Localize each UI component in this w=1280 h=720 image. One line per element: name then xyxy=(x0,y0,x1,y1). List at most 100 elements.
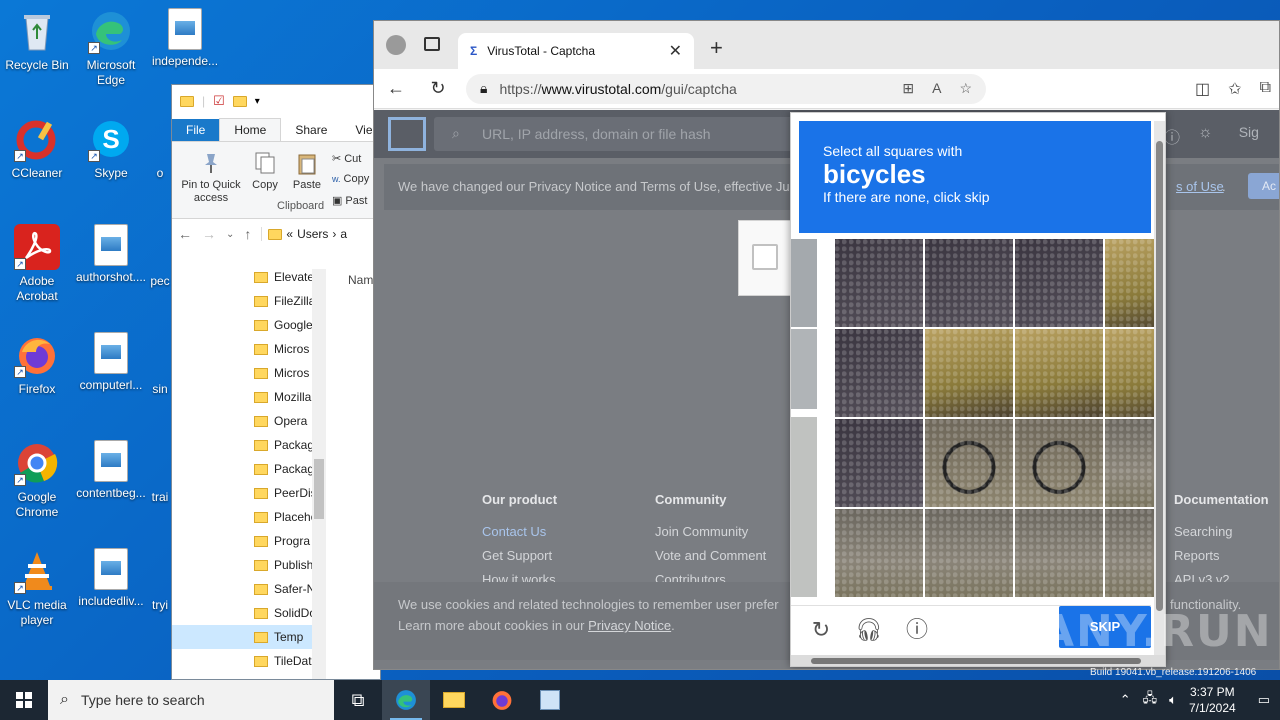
tree-item[interactable]: Elevate xyxy=(172,265,314,289)
taskbar-edge-icon[interactable] xyxy=(382,680,430,720)
get-support-link[interactable]: Get Support xyxy=(482,544,557,568)
captcha-tile[interactable] xyxy=(925,239,1013,327)
tree-item[interactable]: Opera xyxy=(172,409,312,433)
favorite-star-icon[interactable]: ☆ xyxy=(959,80,972,97)
info-icon[interactable]: ⓘ xyxy=(903,616,931,644)
scrollbar-thumb[interactable] xyxy=(1156,141,1163,611)
tab-actions-icon[interactable] xyxy=(424,37,440,51)
up-arrow-icon[interactable]: ↑ xyxy=(244,226,251,242)
privacy-notice-link[interactable]: Privacy Notice xyxy=(588,618,671,633)
tab-home[interactable]: Home xyxy=(219,118,282,141)
desktop-icon-chrome[interactable]: ↗ Google Chrome xyxy=(0,440,74,520)
back-button[interactable]: ← xyxy=(382,75,410,103)
paste-shortcut-button[interactable]: ▣ Past xyxy=(332,194,367,208)
desktop-icon-contentbeg[interactable]: contentbeg... xyxy=(74,440,148,501)
desktop-icon-independe[interactable]: independe... xyxy=(148,8,222,69)
network-icon[interactable]: 🖧︎ xyxy=(1143,689,1158,711)
audio-headphones-icon[interactable]: 🎧︎ xyxy=(855,616,883,644)
url-bar[interactable]: 🔒︎ https://www.virustotal.com/gui/captch… xyxy=(466,73,986,104)
scrollbar-thumb[interactable] xyxy=(811,658,1141,664)
tree-item[interactable]: Google xyxy=(172,313,313,337)
forward-arrow-icon[interactable]: → xyxy=(202,226,216,242)
refresh-button[interactable]: ↻ xyxy=(424,75,452,103)
desktop-icon-ccleaner[interactable]: ↗ CCleaner xyxy=(0,116,74,181)
tree-item[interactable]: Safer-N xyxy=(172,577,315,601)
desktop-icon-includedliv[interactable]: includedliv... xyxy=(74,548,148,609)
navigation-scrollbar[interactable] xyxy=(312,269,326,679)
tree-item[interactable]: Micros xyxy=(172,361,312,385)
tree-item[interactable]: SolidDo xyxy=(172,601,316,625)
desktop-icon-computerl[interactable]: computerl... xyxy=(74,332,148,393)
searching-link[interactable]: Searching xyxy=(1174,520,1269,544)
cut-button[interactable]: ✂ Cut xyxy=(332,152,361,166)
accept-button[interactable]: Ac xyxy=(1248,173,1279,199)
contact-us-link[interactable]: Contact Us xyxy=(482,520,557,544)
back-arrow-icon[interactable]: ← xyxy=(178,226,192,242)
breadcrumb[interactable]: « Users › a xyxy=(261,227,347,241)
join-community-link[interactable]: Join Community xyxy=(655,520,766,544)
tab-share[interactable]: Share xyxy=(281,119,341,141)
read-aloud-icon[interactable]: A xyxy=(932,80,941,97)
captcha-checkbox[interactable] xyxy=(752,244,778,270)
volume-icon[interactable]: 🔈︎ xyxy=(1169,692,1177,708)
profile-avatar-icon[interactable] xyxy=(386,35,406,55)
help-icon[interactable]: ⓘ xyxy=(1164,124,1180,148)
terms-of-use-link[interactable]: s of Use xyxy=(1176,179,1224,194)
pin-to-quick-access-button[interactable]: Pin to Quick access xyxy=(176,150,246,205)
split-screen-icon[interactable]: ◫ xyxy=(1195,79,1210,99)
tab-virustotal[interactable]: Σ VirusTotal - Captcha ✕ xyxy=(458,33,694,69)
new-tab-button[interactable]: + xyxy=(700,35,733,69)
tree-item[interactable]: Packag xyxy=(172,433,314,457)
tree-item[interactable]: Publish xyxy=(172,553,313,577)
captcha-tile[interactable] xyxy=(835,509,923,597)
apps-icon[interactable]: ⊞ xyxy=(902,80,914,97)
recent-locations-chevron-icon[interactable]: ⌄ xyxy=(226,229,234,240)
tree-item[interactable]: TileData xyxy=(172,649,318,673)
tree-item[interactable]: PeerDis xyxy=(172,481,317,505)
sign-in-link[interactable]: Sig xyxy=(1239,124,1259,148)
desktop-icon-edge[interactable]: ↗ Microsoft Edge xyxy=(74,8,148,88)
captcha-tile[interactable] xyxy=(925,509,1013,597)
notifications-icon[interactable]: ▭ xyxy=(1258,692,1270,708)
desktop-icon-vlc[interactable]: ↗ VLC media player xyxy=(0,548,74,628)
captcha-tile[interactable] xyxy=(1015,239,1103,327)
taskbar-search-box[interactable]: ⌕ Type here to search xyxy=(48,680,334,720)
taskbar-firefox-icon[interactable] xyxy=(478,680,526,720)
desktop-icon-acrobat[interactable]: ↗ Adobe Acrobat xyxy=(0,224,74,304)
desktop-icon-recycle-bin[interactable]: Recycle Bin xyxy=(0,8,74,73)
desktop-icon-firefox[interactable]: ↗ Firefox xyxy=(0,332,74,397)
virustotal-logo-icon[interactable] xyxy=(388,117,426,151)
scrollbar-thumb[interactable] xyxy=(314,459,324,519)
new-folder-icon[interactable] xyxy=(232,95,247,107)
tree-item[interactable]: Progra xyxy=(172,529,312,553)
captcha-tile[interactable] xyxy=(1015,509,1103,597)
captcha-tile[interactable] xyxy=(1015,419,1103,507)
tree-item[interactable]: Placeho xyxy=(172,505,317,529)
tree-item[interactable]: FileZilla xyxy=(172,289,315,313)
desktop-icon-skype[interactable]: S ↗ Skype xyxy=(74,116,148,181)
collections-icon[interactable]: ⧉ xyxy=(1260,79,1271,99)
tree-item[interactable]: Micros xyxy=(172,337,312,361)
vt-search-input[interactable]: ⌕ URL, IP address, domain or file hash xyxy=(434,117,794,151)
favorites-icon[interactable]: ✩ xyxy=(1228,79,1241,99)
copy-button[interactable]: Copy xyxy=(248,150,282,192)
captcha-tile[interactable] xyxy=(835,329,923,417)
captcha-tile[interactable] xyxy=(925,329,1013,417)
close-tab-icon[interactable]: ✕ xyxy=(669,41,682,61)
captcha-tile[interactable] xyxy=(925,419,1013,507)
tab-file[interactable]: File xyxy=(172,119,220,141)
task-view-icon[interactable]: ⧉ xyxy=(334,680,382,720)
clock[interactable]: 3:37 PM 7/1/2024 xyxy=(1189,684,1236,716)
captcha-scrollbar-vertical[interactable] xyxy=(1154,121,1165,657)
theme-sun-icon[interactable]: ☼ xyxy=(1198,124,1213,148)
tree-item[interactable]: Packag xyxy=(172,457,314,481)
reload-icon[interactable]: ↻ xyxy=(807,616,835,644)
reports-link[interactable]: Reports xyxy=(1174,544,1269,568)
captcha-tile[interactable] xyxy=(835,419,923,507)
start-button[interactable] xyxy=(0,680,48,720)
captcha-tile[interactable] xyxy=(835,239,923,327)
chevron-down-icon[interactable]: ▾ xyxy=(255,96,260,107)
desktop-icon-authorshot[interactable]: authorshot.... xyxy=(74,224,148,285)
chevron-up-icon[interactable]: ⌃ xyxy=(1120,692,1131,708)
properties-icon[interactable]: ☑ xyxy=(213,93,225,109)
